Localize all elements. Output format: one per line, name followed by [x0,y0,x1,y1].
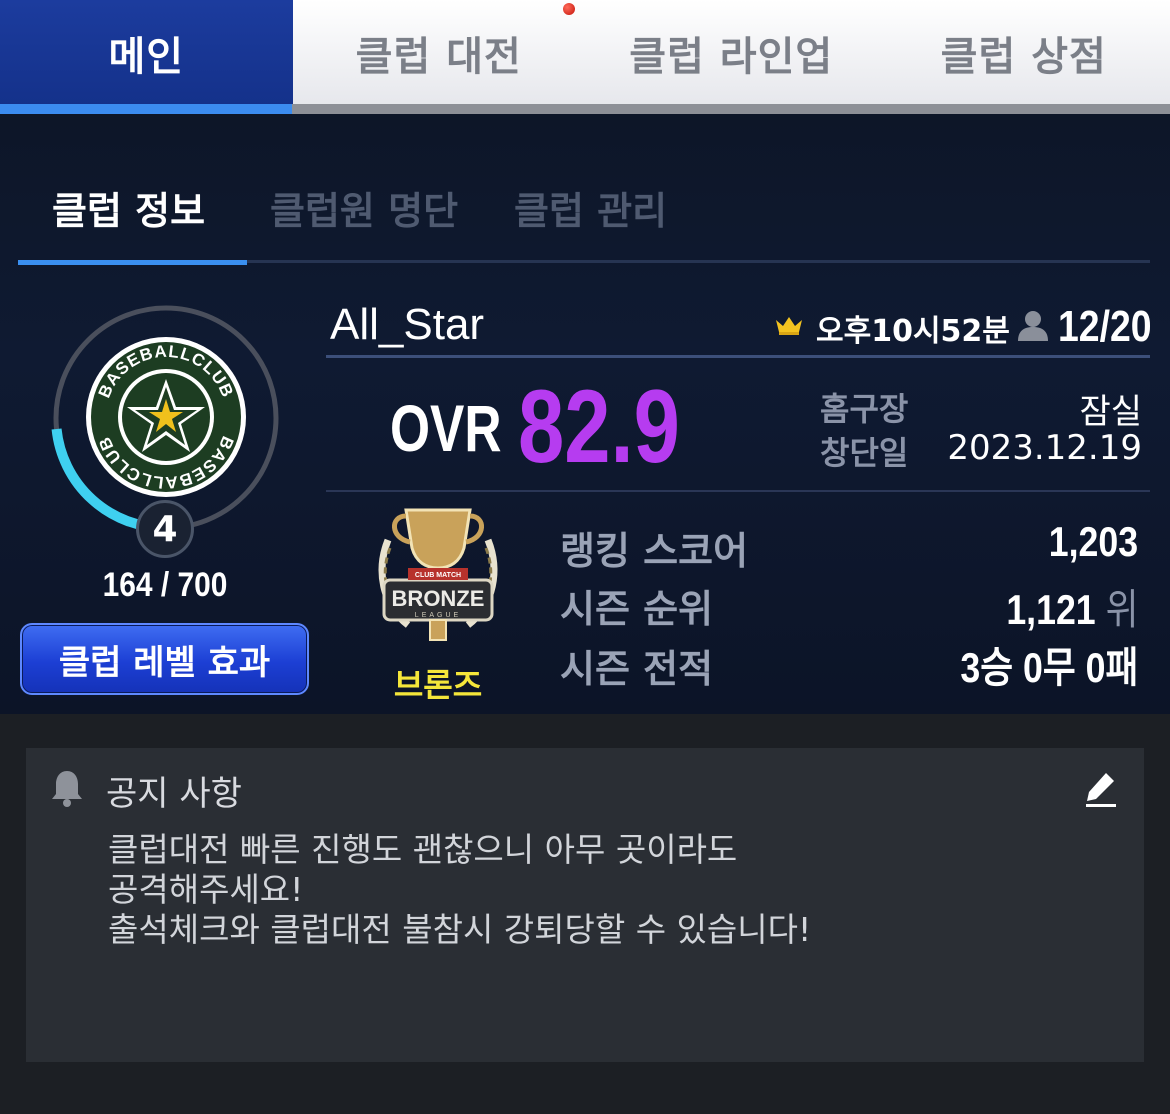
notice-line: 클럽대전 빠른 진행도 괜찮으니 아무 곳이라도 [108,830,738,869]
notice-line: 공격해주세요! [108,870,304,909]
tab-main[interactable]: 메인 [0,0,293,106]
subtab-club-info[interactable]: 클럽 정보 [52,180,205,235]
notice-line: 출석체크와 클럽대전 불참시 강퇴당할 수 있습니다! [108,910,812,949]
season-rank-value: 1,121 [1005,586,1096,633]
subtab-member-list[interactable]: 클럽원 명단 [270,180,458,235]
tab-club-shop[interactable]: 클럽 상점 [878,0,1170,106]
ranking-score-value: 1,203 [1048,518,1138,565]
club-logo[interactable]: BASEBALLCLUB BASEBALLCLUB [84,335,248,499]
club-level-value: 4 [152,508,178,550]
tab-club-battle[interactable]: 클럽 대전 [293,0,586,106]
season-record-label: 시즌 전적 [560,647,714,691]
notice-title: 공지 사항 [106,774,242,814]
season-rank-unit: 위 [1105,586,1138,633]
founded-label: 창단일 [820,434,909,472]
club-level-badge: 4 [136,500,194,558]
club-member-count: 12/20 [1058,302,1152,351]
edit-icon[interactable] [1084,770,1118,808]
ovr-label: OVR [390,391,502,465]
top-nav-active-indicator [0,104,292,114]
notification-dot [563,3,575,15]
subtab-club-manage[interactable]: 클럽 관리 [514,180,667,235]
club-name-underline [326,355,1150,358]
tab-club-lineup[interactable]: 클럽 라인업 [585,0,878,106]
member-icon [1018,311,1048,341]
season-rank-label: 시즌 순위 [560,587,714,631]
founded-value: 2023.12.19 [947,428,1142,468]
club-name: All_Star [330,300,485,349]
tier-name: 브론즈 [393,666,483,704]
info-divider [326,490,1150,492]
sub-tabs: 클럽 정보 클럽원 명단 클럽 관리 [18,140,1150,264]
club-exp-text: 164 / 700 [102,566,228,604]
bell-icon [52,771,82,807]
trophy-ribbon-text: CLUB MATCH [415,572,461,579]
home-stadium-label: 홈구장 [820,390,909,428]
trophy-sub-text: LEAGUE [415,612,461,619]
subtab-active-indicator [18,260,247,265]
season-rank: 1,121 위 [1006,576,1138,637]
season-record-value: 3승 0무 0패 [960,644,1138,691]
ranking-score-label: 랭킹 스코어 [560,529,749,573]
club-time: 오후10시52분 [816,314,1010,349]
bronze-trophy-icon: CLUB MATCH BRONZE LEAGUE [378,508,498,641]
notice-body: 클럽대전 빠른 진행도 괜찮으니 아무 곳이라도 공격해주세요! 출석체크와 클… [108,830,1108,950]
club-level-effect-button[interactable]: 클럽 레벨 효과 [20,623,309,695]
top-nav: 메인 클럽 대전 클럽 라인업 클럽 상점 [0,0,1170,106]
home-stadium-value: 잠실 [1079,392,1142,432]
sub-tabs-underline [18,260,1150,265]
trophy-label-text: BRONZE [392,586,485,611]
crown-icon [776,317,802,335]
top-nav-underline [0,104,1170,114]
ovr-value: 82.9 [518,369,680,485]
